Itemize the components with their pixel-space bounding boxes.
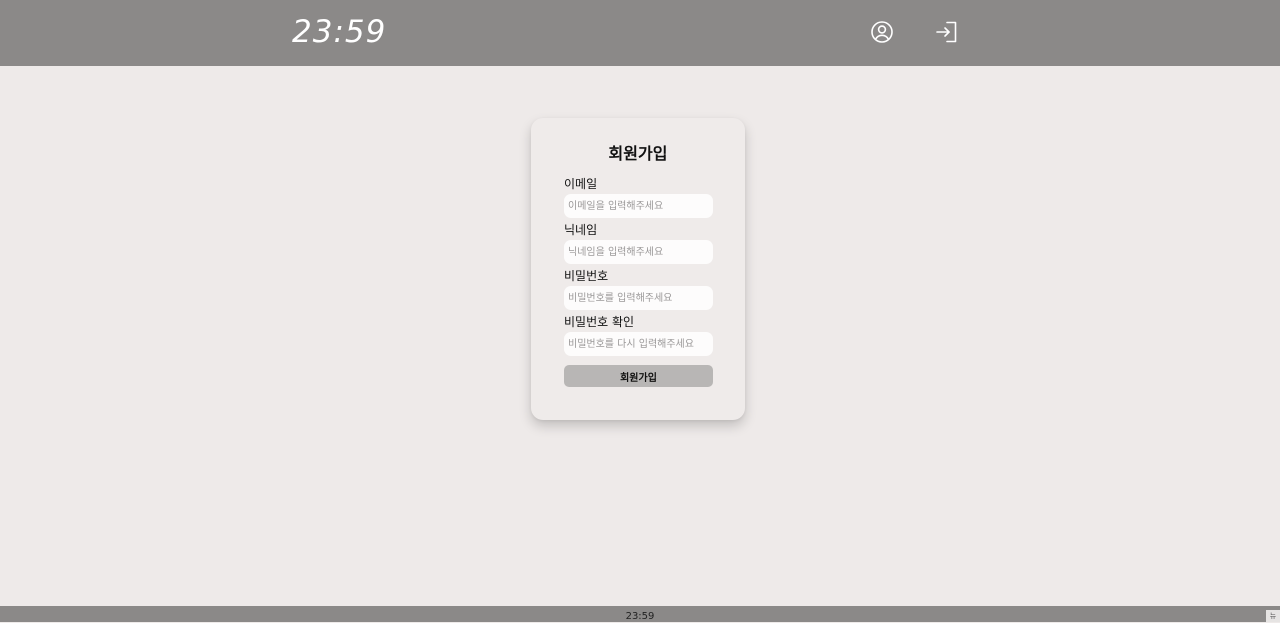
- password-label: 비밀번호: [564, 269, 609, 283]
- logo[interactable]: 23:59: [292, 14, 386, 50]
- email-input[interactable]: [564, 194, 713, 218]
- email-label: 이메일: [564, 177, 598, 191]
- password-input[interactable]: [564, 286, 713, 310]
- corner-badge[interactable]: 뉴: [1266, 610, 1280, 622]
- footer-text: 23:59: [625, 611, 655, 622]
- nickname-label: 닉네임: [564, 223, 598, 237]
- login-icon[interactable]: [935, 20, 959, 44]
- signup-submit-button[interactable]: 회원가입: [564, 365, 713, 387]
- password-confirm-label: 비밀번호 확인: [564, 315, 635, 329]
- user-circle-icon[interactable]: [870, 20, 894, 44]
- nickname-input[interactable]: [564, 240, 713, 264]
- signup-title: 회원가입: [608, 144, 668, 163]
- footer: 23:59: [0, 606, 1280, 622]
- top-header: 23:59: [0, 0, 1280, 66]
- password-confirm-input[interactable]: [564, 332, 713, 356]
- signup-card: 회원가입 이메일 닉네임 비밀번호 비밀번호 확인 회원가입: [531, 118, 745, 420]
